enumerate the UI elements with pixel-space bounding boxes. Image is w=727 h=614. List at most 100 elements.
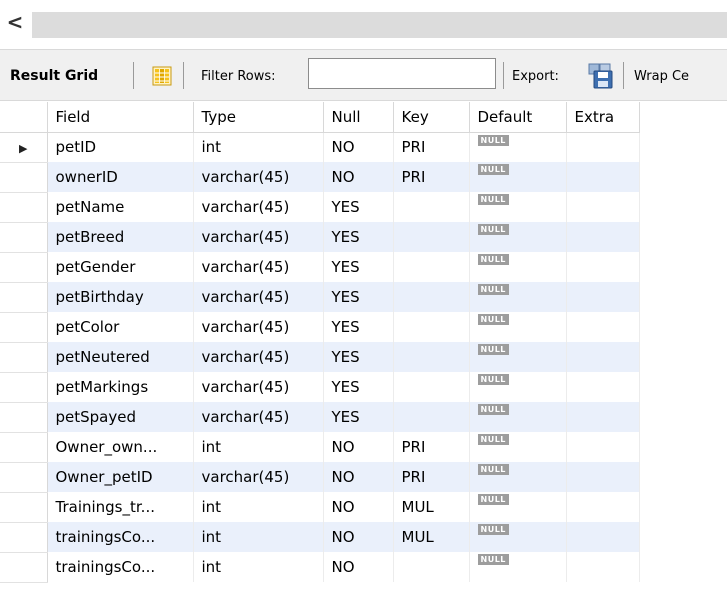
cell-null[interactable]: NO bbox=[323, 462, 394, 492]
cell-default[interactable]: NULL bbox=[469, 552, 567, 582]
row-selector[interactable] bbox=[0, 372, 48, 403]
result-grid-label[interactable]: Result Grid bbox=[10, 50, 98, 102]
column-header-field[interactable]: Field bbox=[47, 102, 194, 133]
row-selector[interactable] bbox=[0, 342, 48, 373]
table-row[interactable]: ownerID varchar(45) NO PRI NULL bbox=[0, 162, 640, 193]
cell-field[interactable]: petBirthday bbox=[47, 282, 194, 312]
row-selector[interactable] bbox=[0, 432, 48, 463]
column-header-extra[interactable]: Extra bbox=[566, 102, 640, 133]
table-row[interactable]: petColor varchar(45) YES NULL bbox=[0, 312, 640, 343]
cell-extra[interactable] bbox=[566, 552, 640, 582]
cell-type[interactable]: varchar(45) bbox=[193, 222, 324, 252]
table-row[interactable]: petBreed varchar(45) YES NULL bbox=[0, 222, 640, 253]
row-selector[interactable] bbox=[0, 462, 48, 493]
cell-type[interactable]: int bbox=[193, 432, 324, 462]
table-row[interactable]: trainingsCo... int NO MUL NULL bbox=[0, 522, 640, 553]
chevron-left-icon[interactable]: < bbox=[0, 10, 30, 34]
cell-key[interactable]: MUL bbox=[393, 492, 470, 522]
cell-field[interactable]: petMarkings bbox=[47, 372, 194, 402]
cell-type[interactable]: varchar(45) bbox=[193, 342, 324, 372]
cell-null[interactable]: YES bbox=[323, 342, 394, 372]
cell-extra[interactable] bbox=[566, 402, 640, 432]
cell-null[interactable]: YES bbox=[323, 222, 394, 252]
cell-null[interactable]: NO bbox=[323, 162, 394, 192]
table-row[interactable]: Owner_own... int NO PRI NULL bbox=[0, 432, 640, 463]
cell-default[interactable]: NULL bbox=[469, 252, 567, 282]
cell-extra[interactable] bbox=[566, 342, 640, 372]
cell-default[interactable]: NULL bbox=[469, 132, 567, 162]
cell-type[interactable]: varchar(45) bbox=[193, 462, 324, 492]
cell-default[interactable]: NULL bbox=[469, 162, 567, 192]
filter-rows-input[interactable] bbox=[308, 58, 496, 89]
cell-field[interactable]: ownerID bbox=[47, 162, 194, 192]
cell-type[interactable]: varchar(45) bbox=[193, 312, 324, 342]
cell-key[interactable]: PRI bbox=[393, 132, 470, 162]
cell-field[interactable]: Trainings_tr... bbox=[47, 492, 194, 522]
cell-field[interactable]: petSpayed bbox=[47, 402, 194, 432]
cell-extra[interactable] bbox=[566, 312, 640, 342]
cell-type[interactable]: int bbox=[193, 522, 324, 552]
cell-key[interactable] bbox=[393, 312, 470, 342]
cell-extra[interactable] bbox=[566, 162, 640, 192]
cell-null[interactable]: NO bbox=[323, 522, 394, 552]
row-selector[interactable] bbox=[0, 192, 48, 223]
cell-type[interactable]: int bbox=[193, 132, 324, 162]
grid-layout-icon[interactable] bbox=[152, 50, 172, 102]
cell-field[interactable]: trainingsCo... bbox=[47, 522, 194, 552]
column-header-type[interactable]: Type bbox=[193, 102, 324, 133]
cell-null[interactable]: NO bbox=[323, 132, 394, 162]
cell-key[interactable]: PRI bbox=[393, 162, 470, 192]
cell-type[interactable]: varchar(45) bbox=[193, 162, 324, 192]
row-selector[interactable] bbox=[0, 522, 48, 553]
cell-type[interactable]: varchar(45) bbox=[193, 192, 324, 222]
cell-extra[interactable] bbox=[566, 132, 640, 162]
table-row[interactable]: petMarkings varchar(45) YES NULL bbox=[0, 372, 640, 403]
cell-null[interactable]: YES bbox=[323, 252, 394, 282]
row-selector[interactable] bbox=[0, 552, 48, 583]
cell-default[interactable]: NULL bbox=[469, 192, 567, 222]
cell-key[interactable] bbox=[393, 552, 470, 582]
cell-field[interactable]: petName bbox=[47, 192, 194, 222]
cell-key[interactable] bbox=[393, 222, 470, 252]
cell-default[interactable]: NULL bbox=[469, 432, 567, 462]
cell-key[interactable] bbox=[393, 282, 470, 312]
row-selector[interactable] bbox=[0, 492, 48, 523]
cell-null[interactable]: YES bbox=[323, 282, 394, 312]
cell-null[interactable]: YES bbox=[323, 402, 394, 432]
cell-field[interactable]: petBreed bbox=[47, 222, 194, 252]
cell-default[interactable]: NULL bbox=[469, 522, 567, 552]
row-selector[interactable] bbox=[0, 252, 48, 283]
row-selector[interactable] bbox=[0, 162, 48, 193]
row-selector-header[interactable] bbox=[0, 102, 48, 133]
cell-default[interactable]: NULL bbox=[469, 282, 567, 312]
cell-key[interactable]: PRI bbox=[393, 462, 470, 492]
cell-null[interactable]: YES bbox=[323, 372, 394, 402]
cell-field[interactable]: trainingsCo... bbox=[47, 552, 194, 582]
table-row[interactable]: petName varchar(45) YES NULL bbox=[0, 192, 640, 223]
table-row[interactable]: trainingsCo... int NO NULL bbox=[0, 552, 640, 583]
cell-extra[interactable] bbox=[566, 282, 640, 312]
cell-null[interactable]: NO bbox=[323, 432, 394, 462]
cell-field[interactable]: Owner_petID bbox=[47, 462, 194, 492]
cell-key[interactable] bbox=[393, 372, 470, 402]
table-row[interactable]: petGender varchar(45) YES NULL bbox=[0, 252, 640, 283]
cell-key[interactable] bbox=[393, 192, 470, 222]
table-row[interactable]: petSpayed varchar(45) YES NULL bbox=[0, 402, 640, 433]
cell-extra[interactable] bbox=[566, 492, 640, 522]
column-header-key[interactable]: Key bbox=[393, 102, 470, 133]
table-row[interactable]: Owner_petID varchar(45) NO PRI NULL bbox=[0, 462, 640, 493]
cell-default[interactable]: NULL bbox=[469, 462, 567, 492]
cell-type[interactable]: varchar(45) bbox=[193, 402, 324, 432]
table-row[interactable]: petBirthday varchar(45) YES NULL bbox=[0, 282, 640, 313]
export-save-icon[interactable] bbox=[588, 50, 614, 102]
cell-key[interactable]: PRI bbox=[393, 432, 470, 462]
cell-extra[interactable] bbox=[566, 192, 640, 222]
cell-default[interactable]: NULL bbox=[469, 222, 567, 252]
cell-type[interactable]: int bbox=[193, 492, 324, 522]
cell-extra[interactable] bbox=[566, 462, 640, 492]
cell-key[interactable] bbox=[393, 252, 470, 282]
cell-extra[interactable] bbox=[566, 522, 640, 552]
row-selector[interactable] bbox=[0, 402, 48, 433]
cell-key[interactable] bbox=[393, 342, 470, 372]
cell-field[interactable]: petNeutered bbox=[47, 342, 194, 372]
